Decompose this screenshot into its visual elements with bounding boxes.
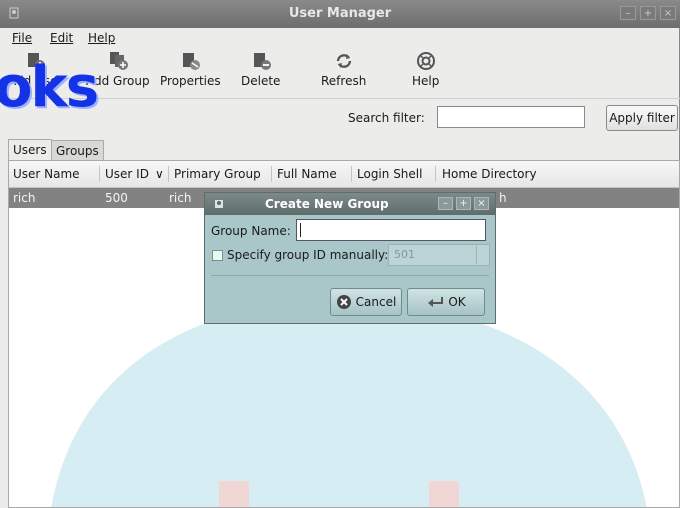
properties-icon [183,53,201,70]
specify-gid-checkbox[interactable] [212,250,223,261]
properties-button[interactable]: Properties [160,50,221,88]
table-header: User Name User ID ∨ Primary Group Full N… [9,161,679,188]
refresh-icon [336,54,351,68]
delete-icon [253,53,271,70]
group-name-input[interactable] [296,219,486,241]
window-title: User Manager [288,6,392,21]
column-home-directory[interactable]: Home Directory [442,167,537,181]
search-filter-label: Search filter: [348,111,425,125]
ok-label: OK [448,295,466,309]
refresh-button[interactable]: Refresh [321,50,366,88]
spin-arrows[interactable] [476,246,488,264]
cell-home-directory: h [499,191,507,205]
menu-edit[interactable]: Edit [50,31,73,45]
tab-groups[interactable]: Groups [51,140,104,160]
toolbar: Add User Add Group Properties Delete Ref… [0,48,680,99]
help-button[interactable]: Help [412,50,439,88]
help-label: Help [412,74,440,88]
text-caret [300,223,301,237]
search-filter-input[interactable] [437,106,585,128]
column-separator[interactable] [271,166,272,182]
dialog-minimize-button[interactable]: – [438,197,453,210]
apply-filter-button[interactable]: Apply filter [606,105,678,131]
close-button[interactable]: × [660,6,676,20]
dialog-close-button[interactable]: × [474,197,489,210]
ok-button[interactable]: OK [407,288,485,316]
column-user-id[interactable]: User ID [105,167,149,181]
column-separator[interactable] [351,166,352,182]
menu-help[interactable]: Help [88,31,115,45]
column-login-shell[interactable]: Login Shell [357,167,422,181]
dialog-separator [211,275,489,276]
column-separator[interactable] [168,166,169,182]
sort-indicator-icon: ∨ [155,167,164,181]
cell-user-name: rich [13,191,36,205]
maximize-button[interactable]: + [640,6,656,20]
cancel-label: Cancel [355,295,397,309]
column-separator[interactable] [99,166,100,182]
add-group-icon [109,52,128,70]
create-group-dialog: Create New Group – + × Group Name: Speci… [204,192,496,324]
window-titlebar[interactable]: User Manager – + × [0,0,680,28]
cell-user-id: 500 [105,191,128,205]
column-primary-group[interactable]: Primary Group [174,167,261,181]
properties-label: Properties [160,74,221,88]
group-id-spinbox[interactable]: 501 [388,244,490,266]
search-row: Search filter: Apply filter [0,98,680,138]
delete-label: Delete [241,74,281,88]
tab-users[interactable]: Users [8,139,52,160]
cell-primary-group: rich [169,191,192,205]
dialog-titlebar[interactable]: Create New Group – + × [205,193,495,215]
menu-file[interactable]: File [12,31,32,45]
refresh-label: Refresh [321,74,367,88]
cancel-button[interactable]: Cancel [330,288,402,316]
help-icon [416,52,435,70]
window-controls: – + × [620,6,676,20]
column-user-name[interactable]: User Name [13,167,80,181]
group-name-label: Group Name: [211,224,291,238]
group-id-value: 501 [394,248,415,261]
specify-gid-label: Specify group ID manually: [227,248,389,262]
user-manager-window: User Manager – + × File Edit Help Add Us… [0,0,680,508]
dialog-maximize-button[interactable]: + [456,197,471,210]
column-full-name[interactable]: Full Name [277,167,337,181]
ok-icon [428,297,444,307]
cancel-icon [336,295,351,309]
menubar: File Edit Help [0,28,680,48]
dialog-window-controls: – + × [438,197,489,210]
dialog-app-icon [215,200,223,208]
minimize-button[interactable]: – [620,6,636,20]
dialog-title: Create New Group [265,197,389,211]
column-separator[interactable] [435,166,436,182]
delete-button[interactable]: Delete [241,50,280,88]
